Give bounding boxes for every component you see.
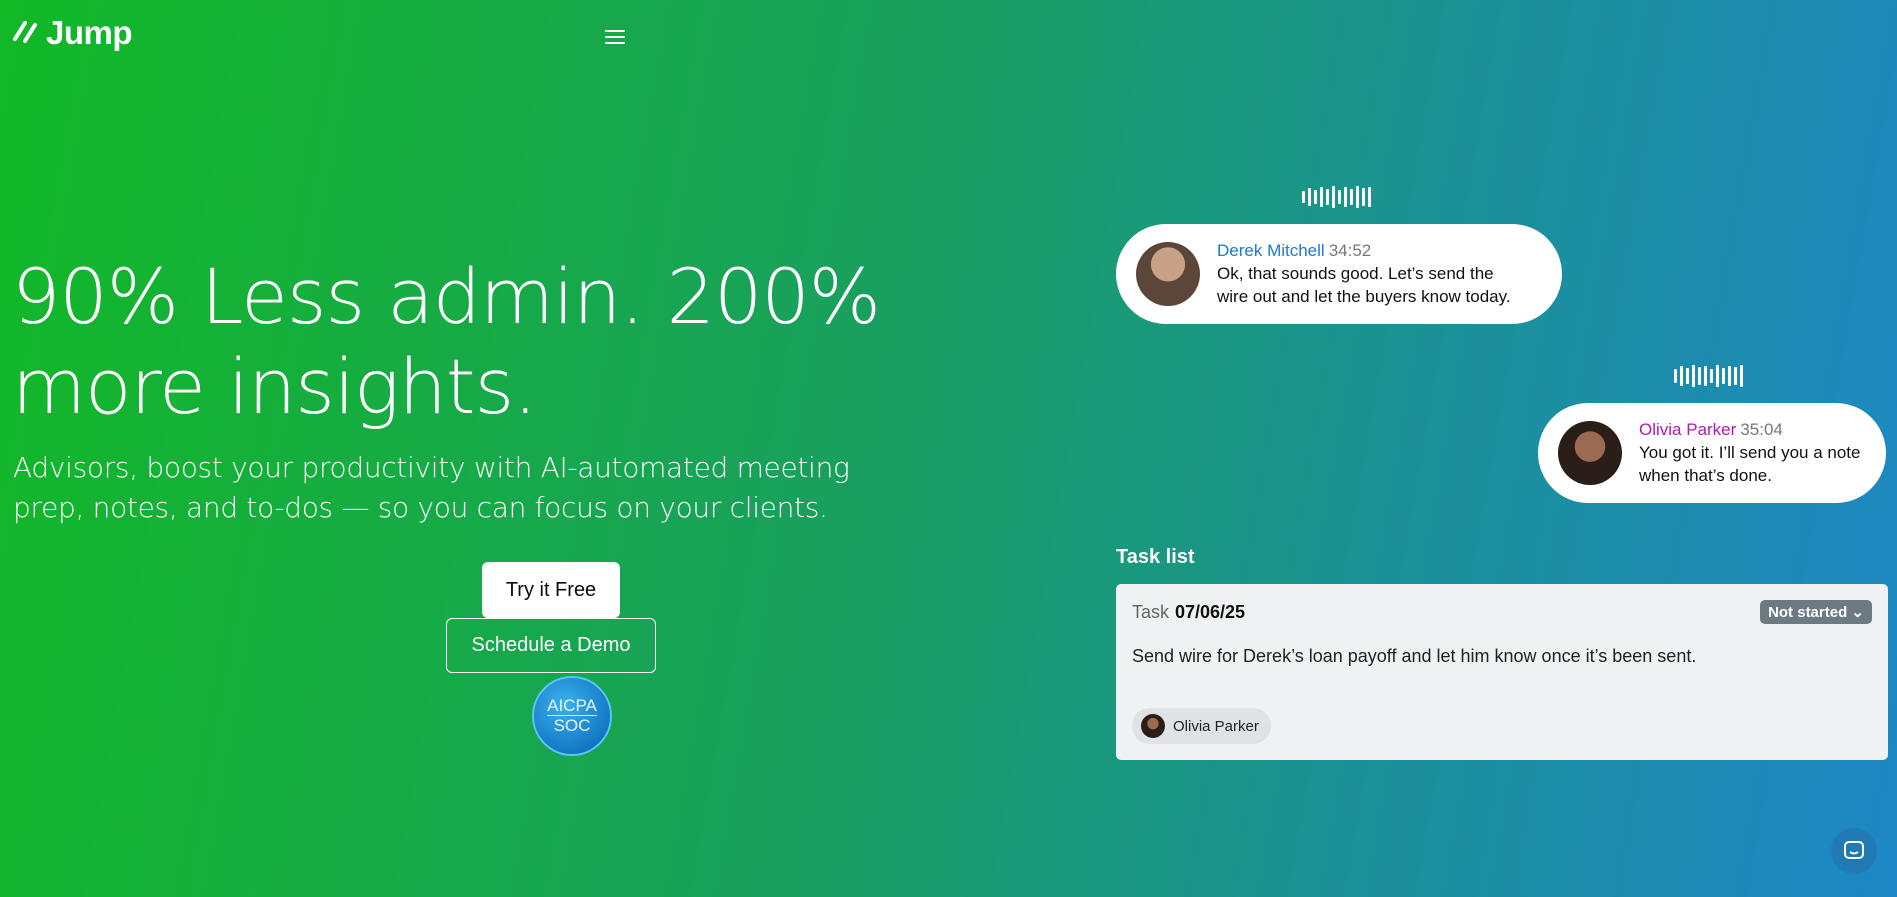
- badge-line1: AICPA: [547, 695, 597, 716]
- schedule-demo-button[interactable]: Schedule a Demo: [446, 618, 656, 673]
- task-description: Send wire for Derek’s loan payoff and le…: [1132, 646, 1697, 666]
- brand-logo[interactable]: Jump: [12, 14, 133, 52]
- hero-subtitle: Advisors, boost your productivity with A…: [13, 451, 850, 524]
- chevron-down-icon: ⌄: [1851, 604, 1864, 621]
- assignee-chip[interactable]: Olivia Parker: [1132, 708, 1271, 744]
- task-date: 07/06/25: [1175, 602, 1246, 622]
- status-label: Not started: [1768, 604, 1848, 621]
- chat-bubble-derek: Derek Mitchell 34:52 Ok, that sounds good…: [1116, 224, 1562, 324]
- avatar: [1136, 242, 1200, 306]
- audio-wave-icon: [1674, 365, 1743, 387]
- status-dropdown[interactable]: Not started ⌄: [1760, 600, 1872, 624]
- message-text: Ok, that sounds good. Let’s send the wir…: [1217, 264, 1511, 306]
- speaker-name: Olivia Parker: [1639, 420, 1737, 439]
- task-label: Task: [1132, 602, 1170, 622]
- timestamp: 35:04: [1740, 420, 1783, 439]
- brand-name: Jump: [46, 14, 133, 51]
- task-card[interactable]: Task 07/06/25 Not started ⌄ Send wire fo…: [1116, 584, 1888, 760]
- timestamp: 34:52: [1328, 241, 1372, 260]
- try-free-button[interactable]: Try it Free: [482, 562, 620, 618]
- chat-bubble-icon: [1844, 841, 1864, 859]
- message-text: You got it. I’ll send you a note when th…: [1639, 443, 1861, 485]
- audio-wave-icon: [1302, 186, 1371, 208]
- task-list-heading: Task list: [1116, 546, 1195, 568]
- chat-launcher-button[interactable]: [1831, 828, 1877, 874]
- double-slash-icon: [13, 21, 37, 43]
- speaker-name: Derek Mitchell: [1217, 241, 1325, 260]
- avatar: [1141, 714, 1165, 738]
- hero-title: 90% Less admin. 200% more insights.: [12, 252, 881, 431]
- chat-bubble-olivia: Olivia Parker 35:04 You got it. I’ll send…: [1538, 403, 1886, 503]
- hamburger-menu-icon[interactable]: [603, 30, 627, 48]
- badge-line2: SOC: [553, 715, 591, 735]
- assignee-name: Olivia Parker: [1173, 717, 1259, 735]
- aicpa-soc-badge: AICPA SOC: [532, 676, 612, 756]
- avatar: [1558, 421, 1622, 485]
